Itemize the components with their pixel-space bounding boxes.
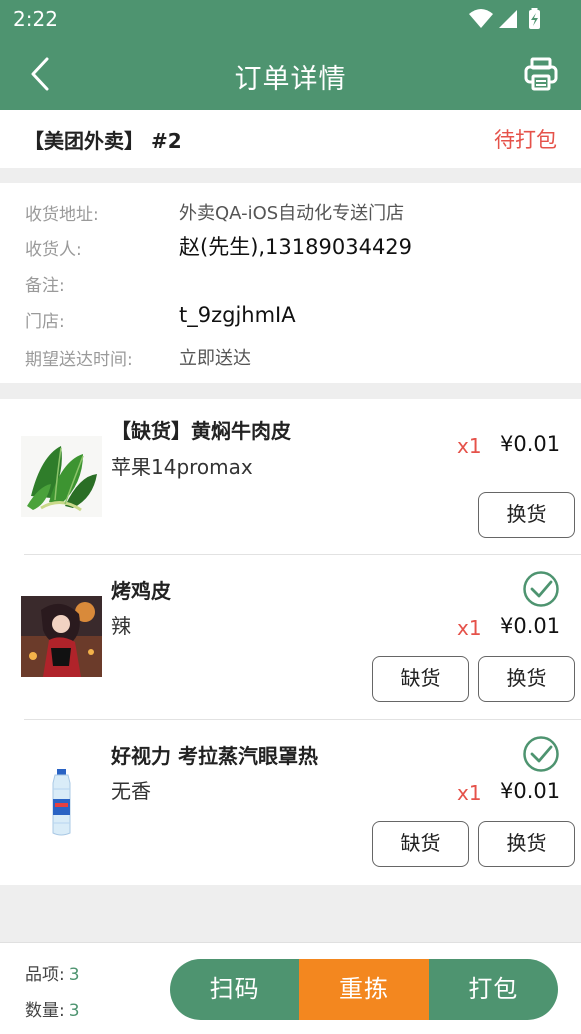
store-row: 门店: t_9zgjhmIA: [0, 302, 581, 334]
checked-circle-icon[interactable]: [522, 570, 560, 608]
product-spec: 苹果14promax: [111, 455, 253, 479]
address-row: 收货地址: 外卖QA-iOS自动化专送门店: [0, 195, 581, 227]
delivery-time-value: 立即送达: [179, 348, 251, 369]
delivery-info-card: 收货地址: 外卖QA-iOS自动化专送门店 收货人: 赵(先生),1318903…: [0, 183, 581, 383]
product-name: 烤鸡皮: [111, 579, 171, 603]
receiver-row: 收货人: 赵(先生),13189034429: [0, 230, 581, 262]
status-time: 2:22: [13, 7, 58, 31]
items-count-label: 品项:: [25, 965, 65, 985]
goods-list: 【缺货】黄焖牛肉皮 苹果14promax x1 ¥0.01 换货 烤鸡皮 辣 x…: [0, 399, 581, 885]
quantity-stat: 数量: 3: [25, 996, 80, 1021]
wifi-icon: [469, 9, 493, 28]
swap-button[interactable]: 换货: [478, 821, 575, 867]
store-value: t_9zgjhmIA: [179, 303, 296, 327]
delivery-time-label: 期望送达时间:: [25, 350, 133, 370]
product-price: ¥0.01: [500, 432, 561, 456]
goods-item: 【缺货】黄焖牛肉皮 苹果14promax x1 ¥0.01 换货: [0, 399, 581, 564]
item-divider: [24, 554, 581, 555]
status-bar: 2:22: [0, 0, 581, 38]
printer-icon[interactable]: [521, 54, 561, 94]
product-image-spinach: [21, 436, 102, 517]
product-spec: 辣: [111, 614, 131, 638]
system-status-icons: [469, 8, 540, 29]
out-of-stock-button[interactable]: 缺货: [372, 821, 469, 867]
product-image-water-bottle: [21, 761, 102, 842]
address-value: 外卖QA-iOS自动化专送门店: [179, 203, 405, 224]
order-source: 【美团外卖】 #2: [24, 129, 182, 153]
order-status-badge: 待打包: [494, 128, 557, 152]
swap-button[interactable]: 换货: [478, 492, 575, 538]
bottom-action-bar: 品项: 3 数量: 3 扫码 重拣 打包: [0, 942, 581, 1034]
store-label: 门店:: [25, 312, 65, 332]
quantity-label: 数量:: [25, 1001, 65, 1021]
items-count-stat: 品项: 3: [25, 960, 80, 985]
page-title: 订单详情: [234, 64, 347, 95]
goods-item: 好视力 考拉蒸汽眼罩热 无香 x1 ¥0.01 缺货 换货: [0, 729, 581, 894]
order-header: 【美团外卖】 #2 待打包: [0, 110, 581, 168]
checked-circle-icon[interactable]: [522, 735, 560, 773]
product-spec: 无香: [111, 779, 151, 803]
app-bar: 订单详情: [0, 38, 581, 110]
delivery-time-row: 期望送达时间: 立即送达: [0, 340, 581, 372]
goods-item: 烤鸡皮 辣 x1 ¥0.01 缺货 换货: [0, 564, 581, 729]
product-name: 【缺货】黄焖牛肉皮: [111, 419, 291, 443]
remark-label: 备注:: [25, 276, 65, 296]
remark-row: 备注:: [0, 266, 581, 298]
swap-button[interactable]: 换货: [478, 656, 575, 702]
out-of-stock-button[interactable]: 缺货: [372, 656, 469, 702]
product-qty: x1: [457, 434, 482, 458]
product-price: ¥0.01: [500, 614, 561, 638]
quantity-value: 3: [68, 1001, 80, 1021]
signal-icon: [499, 10, 517, 28]
action-button-group: 扫码 重拣 打包: [170, 959, 558, 1020]
product-image-anime: [21, 596, 102, 677]
product-qty: x1: [457, 616, 482, 640]
items-count-value: 3: [68, 965, 80, 985]
pack-button[interactable]: 打包: [428, 959, 558, 1020]
product-qty: x1: [457, 781, 482, 805]
product-price: ¥0.01: [500, 779, 561, 803]
item-divider: [24, 719, 581, 720]
receiver-value: 赵(先生),13189034429: [179, 235, 413, 259]
scan-button[interactable]: 扫码: [170, 959, 300, 1020]
product-name: 好视力 考拉蒸汽眼罩热: [111, 744, 318, 768]
repick-button[interactable]: 重拣: [299, 959, 429, 1020]
receiver-label: 收货人:: [25, 240, 82, 260]
address-label: 收货地址:: [25, 205, 99, 225]
